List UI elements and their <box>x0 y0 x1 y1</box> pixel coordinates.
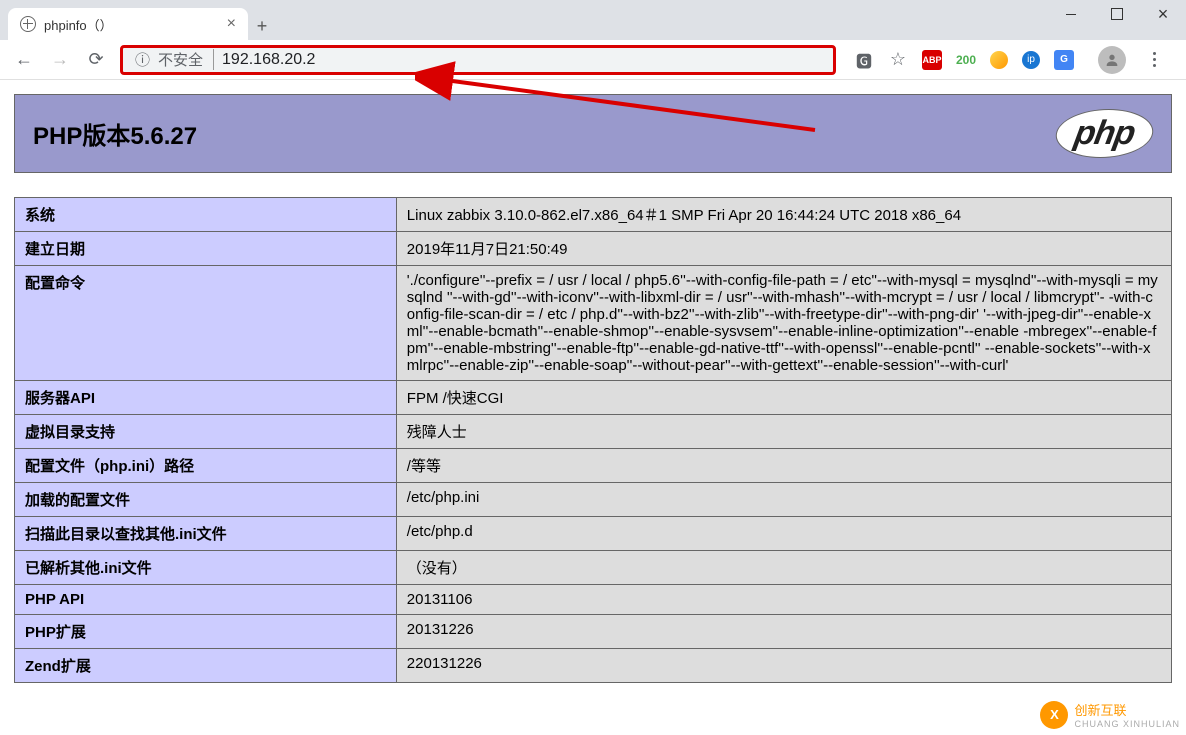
watermark-subtext: CHUANG XINHULIAN <box>1074 719 1180 729</box>
table-value: （没有） <box>396 551 1171 585</box>
address-bar[interactable]: 不安全 192.168.20.2 <box>120 45 836 75</box>
table-row: 配置文件（php.ini）路径/等等 <box>15 449 1172 483</box>
php-logo: php <box>1051 109 1157 158</box>
not-secure-label: 不安全 <box>158 49 214 70</box>
table-key: 配置文件（php.ini）路径 <box>15 449 397 483</box>
table-value: 220131226 <box>396 649 1171 683</box>
info-icon[interactable] <box>135 49 150 70</box>
window-minimize-button[interactable] <box>1048 0 1094 28</box>
browser-tab[interactable]: phpinfo（） × <box>8 8 248 40</box>
extension-icons: 🅶 ☆ ABP 200 ip G <box>844 46 1178 74</box>
table-row: 建立日期2019年11月7日21:50:49 <box>15 232 1172 266</box>
phpinfo-table: 系统Linux zabbix 3.10.0-862.el7.x86_64＃1 S… <box>14 197 1172 683</box>
php-version-title: PHP版本5.6.27 <box>33 116 197 151</box>
table-row: 加载的配置文件/etc/php.ini <box>15 483 1172 517</box>
extension-icon-orange[interactable] <box>990 51 1008 69</box>
tab-title: phpinfo（） <box>44 15 113 34</box>
google-translate-icon[interactable]: G <box>1054 50 1074 70</box>
window-close-button[interactable]: × <box>1140 0 1186 28</box>
table-row: 配置命令'./configure''--prefix = / usr / loc… <box>15 266 1172 381</box>
profile-avatar-icon[interactable] <box>1098 46 1126 74</box>
table-row: 扫描此目录以查找其他.ini文件/etc/php.d <box>15 517 1172 551</box>
table-value: FPM /快速CGI <box>396 381 1171 415</box>
browser-toolbar: ← → ⟳ 不安全 192.168.20.2 🅶 ☆ ABP 200 ip G <box>0 40 1186 80</box>
window-controls: × <box>1048 0 1186 28</box>
table-key: Zend扩展 <box>15 649 397 683</box>
table-row: 已解析其他.ini文件（没有） <box>15 551 1172 585</box>
table-row: 虚拟目录支持残障人士 <box>15 415 1172 449</box>
table-value: /等等 <box>396 449 1171 483</box>
menu-icon[interactable] <box>1140 52 1168 67</box>
table-value: /etc/php.ini <box>396 483 1171 517</box>
back-button[interactable]: ← <box>8 44 40 76</box>
table-value: /etc/php.d <box>396 517 1171 551</box>
table-key: 虚拟目录支持 <box>15 415 397 449</box>
globe-icon <box>20 16 36 32</box>
table-key: 加载的配置文件 <box>15 483 397 517</box>
watermark-text: 创新互联 <box>1074 703 1126 718</box>
url-text: 192.168.20.2 <box>222 51 315 69</box>
phpinfo-header: PHP版本5.6.27 php <box>14 94 1172 173</box>
tab-strip: phpinfo（） × + <box>0 0 1186 40</box>
bookmark-star-icon[interactable]: ☆ <box>888 50 908 70</box>
table-row: 服务器APIFPM /快速CGI <box>15 381 1172 415</box>
adblock-icon[interactable]: ABP <box>922 50 942 70</box>
php-logo-text: php <box>1071 114 1137 152</box>
table-row: 系统Linux zabbix 3.10.0-862.el7.x86_64＃1 S… <box>15 198 1172 232</box>
watermark: X 创新互联 CHUANG XINHULIAN <box>1040 700 1180 729</box>
translate-icon[interactable]: 🅶 <box>854 50 874 70</box>
status-extension-icon[interactable]: 200 <box>956 50 976 70</box>
page-content: PHP版本5.6.27 php 系统Linux zabbix 3.10.0-86… <box>0 80 1186 697</box>
table-row: PHP扩展20131226 <box>15 615 1172 649</box>
table-value: './configure''--prefix = / usr / local /… <box>396 266 1171 381</box>
table-key: 建立日期 <box>15 232 397 266</box>
table-value: Linux zabbix 3.10.0-862.el7.x86_64＃1 SMP… <box>396 198 1171 232</box>
table-value: 残障人士 <box>396 415 1171 449</box>
extension-icon-blue[interactable]: ip <box>1022 51 1040 69</box>
table-row: PHP API20131106 <box>15 585 1172 615</box>
new-tab-button[interactable]: + <box>248 12 276 40</box>
reload-button[interactable]: ⟳ <box>80 44 112 76</box>
table-key: 已解析其他.ini文件 <box>15 551 397 585</box>
table-key: PHP API <box>15 585 397 615</box>
table-key: 系统 <box>15 198 397 232</box>
table-row: Zend扩展220131226 <box>15 649 1172 683</box>
forward-button[interactable]: → <box>44 44 76 76</box>
table-key: 配置命令 <box>15 266 397 381</box>
table-value: 20131226 <box>396 615 1171 649</box>
table-value: 2019年11月7日21:50:49 <box>396 232 1171 266</box>
watermark-icon: X <box>1040 701 1068 729</box>
table-value: 20131106 <box>396 585 1171 615</box>
close-icon[interactable]: × <box>227 15 236 33</box>
table-key: 服务器API <box>15 381 397 415</box>
window-maximize-button[interactable] <box>1094 0 1140 28</box>
table-key: 扫描此目录以查找其他.ini文件 <box>15 517 397 551</box>
table-key: PHP扩展 <box>15 615 397 649</box>
